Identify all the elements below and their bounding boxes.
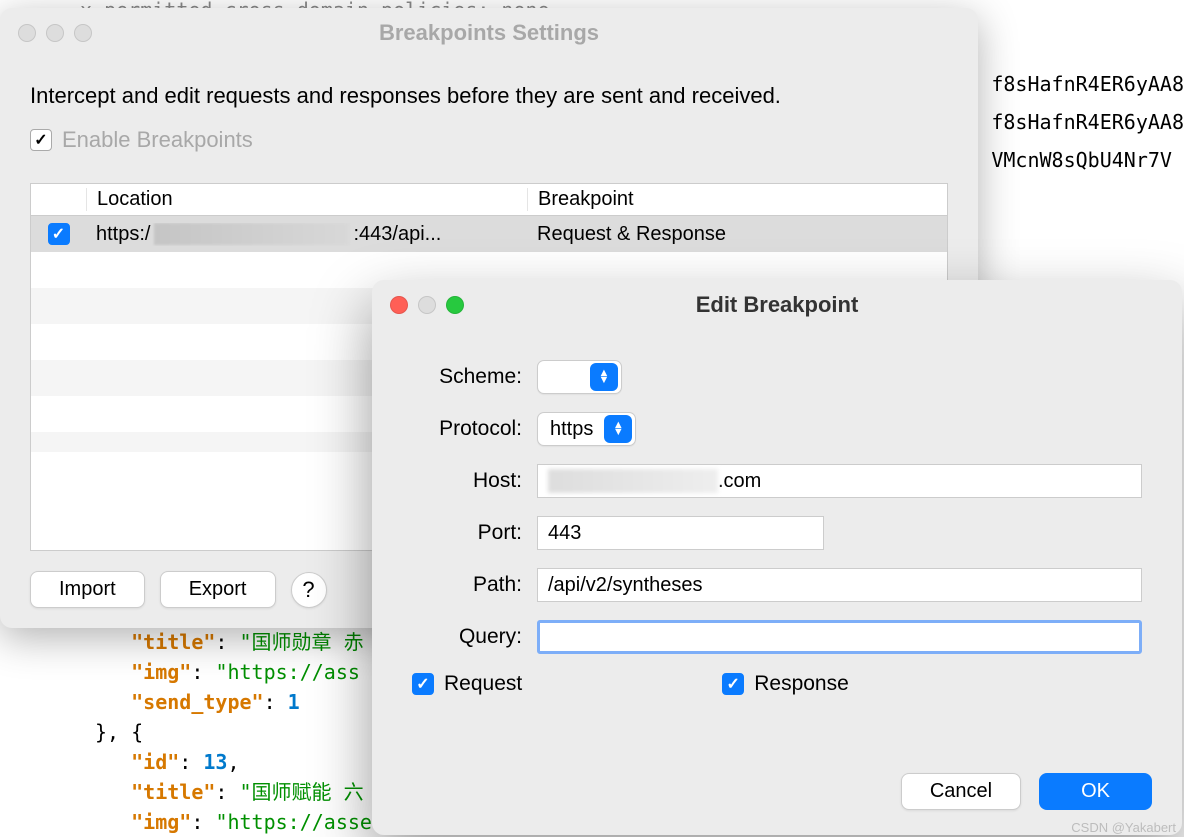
redacted-host [548,469,718,493]
path-input[interactable] [537,568,1142,602]
row-breakpoint: Request & Response [527,223,947,246]
protocol-select[interactable]: https ▲▼ [537,412,636,446]
response-label: Response [754,672,849,696]
cancel-button[interactable]: Cancel [901,773,1021,810]
import-button[interactable]: Import [30,571,145,608]
chevron-updown-icon: ▲▼ [590,363,618,391]
request-checkbox-group: ✓ Request [412,672,522,696]
enable-breakpoints-label: Enable Breakpoints [62,127,253,153]
ok-button[interactable]: OK [1039,773,1152,810]
port-label: Port: [412,521,522,545]
host-input[interactable]: .com [537,464,1142,498]
response-checkbox-group: ✓ Response [722,672,849,696]
row-checkbox[interactable]: ✓ [48,223,70,245]
port-input[interactable] [537,516,824,550]
background-right-text: f8sHafnR4ER6yAA8 f8sHafnR4ER6yAA8 VMcnW8… [991,65,1184,179]
column-location[interactable]: Location [86,188,527,211]
response-checkbox[interactable]: ✓ [722,673,744,695]
export-button[interactable]: Export [160,571,276,608]
edit-titlebar: Edit Breakpoint [372,280,1182,330]
protocol-label: Protocol: [412,417,522,441]
enable-breakpoints-checkbox[interactable]: ✓ [30,129,52,151]
scheme-select[interactable]: ▲▼ [537,360,622,394]
settings-titlebar: Breakpoints Settings [0,8,978,58]
edit-window-title: Edit Breakpoint [372,292,1182,318]
scheme-label: Scheme: [412,365,522,389]
host-label: Host: [412,469,522,493]
dialog-buttons: Cancel OK [372,753,1182,835]
edit-breakpoint-window: Edit Breakpoint Scheme: ▲▼ Protocol: htt… [372,280,1182,835]
enable-breakpoints-row: ✓ Enable Breakpoints [30,127,948,153]
settings-window-title: Breakpoints Settings [0,20,978,46]
table-row[interactable]: ✓ https:/ :443/api... Request & Response [31,216,947,252]
row-location: https:/ :443/api... [86,223,527,246]
query-label: Query: [412,625,522,649]
path-label: Path: [412,573,522,597]
column-breakpoint[interactable]: Breakpoint [527,188,947,211]
settings-intro: Intercept and edit requests and response… [30,83,948,109]
watermark: CSDN @Yakabert [1071,820,1176,835]
help-button[interactable]: ? [291,572,327,608]
edit-form: Scheme: ▲▼ Protocol: https ▲▼ Host: .com… [372,330,1182,753]
request-label: Request [444,672,522,696]
request-checkbox[interactable]: ✓ [412,673,434,695]
table-header: Location Breakpoint [31,184,947,216]
redacted-host [154,223,349,245]
query-input[interactable] [537,620,1142,654]
chevron-updown-icon: ▲▼ [604,415,632,443]
background-code: "id": 12, "title": "国师勋章 赤 "img": "https… [95,597,372,837]
